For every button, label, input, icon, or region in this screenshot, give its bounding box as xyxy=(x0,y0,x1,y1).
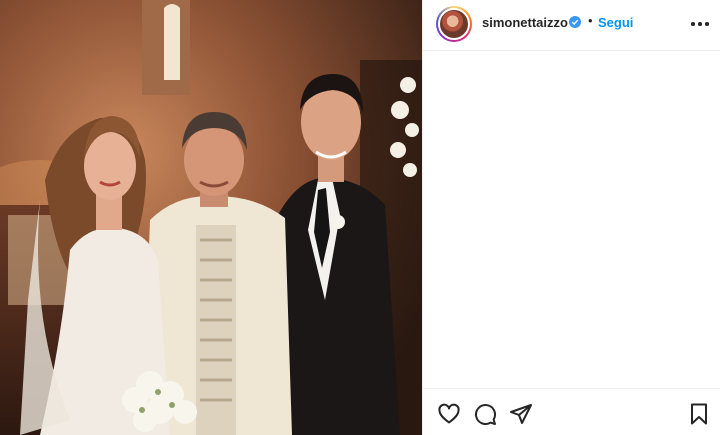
follow-button[interactable]: Segui xyxy=(598,15,633,30)
action-bar xyxy=(423,388,720,435)
instagram-post: simonettaizzo • Segui xyxy=(0,0,720,435)
heart-icon[interactable] xyxy=(437,402,461,426)
post-sidebar: simonettaizzo • Segui xyxy=(422,0,720,435)
verified-badge-icon xyxy=(569,16,581,28)
profile-avatar[interactable] xyxy=(438,8,470,40)
wedding-photo-illustration xyxy=(0,0,422,435)
bookmark-icon[interactable] xyxy=(687,402,711,426)
username-link[interactable]: simonettaizzo xyxy=(482,15,568,30)
paper-plane-icon[interactable] xyxy=(509,402,533,426)
post-header: simonettaizzo • Segui xyxy=(423,0,720,51)
story-ring[interactable] xyxy=(436,6,472,42)
post-photo[interactable] xyxy=(0,0,422,435)
comments-area xyxy=(423,52,720,388)
separator-dot: • xyxy=(588,13,593,28)
more-options-icon[interactable] xyxy=(691,19,709,29)
comment-icon[interactable] xyxy=(473,402,497,426)
